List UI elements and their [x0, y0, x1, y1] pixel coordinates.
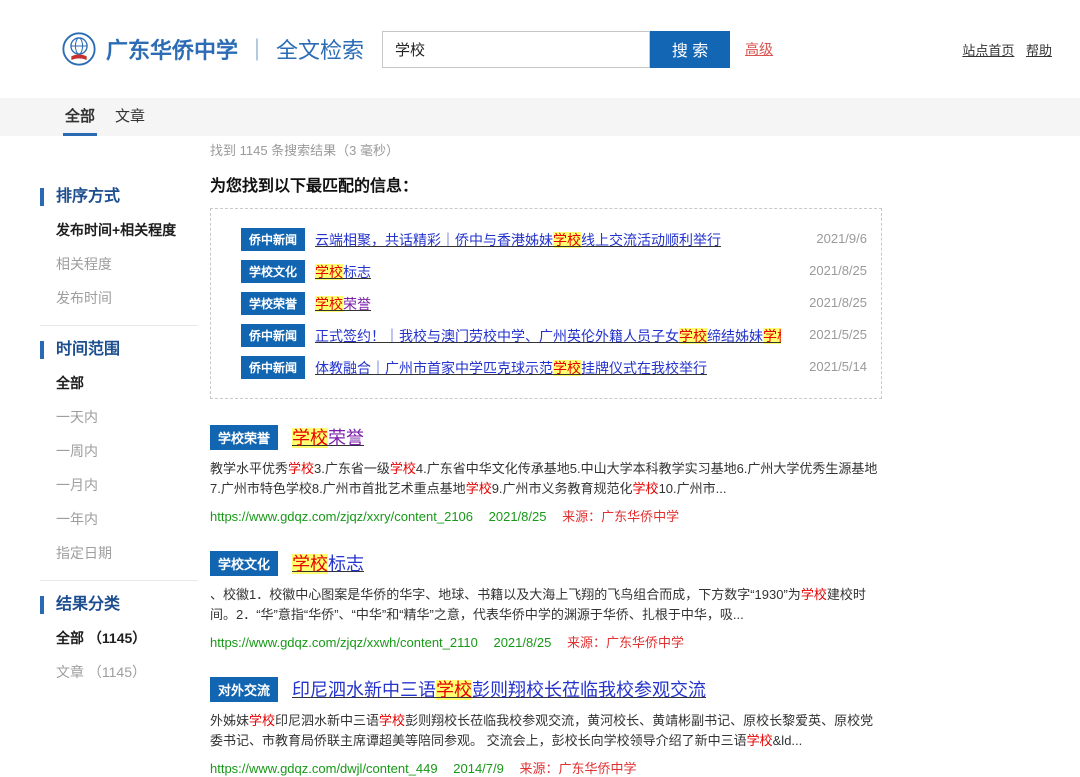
category-badge: 对外交流: [210, 677, 278, 702]
category-badge: 学校荣誉: [241, 292, 305, 315]
result-item: 学校文化 学校标志 、校徽1．校徽中心图案是华侨的华字、地球、书籍以及大海上飞翔…: [210, 550, 882, 651]
best-match-link[interactable]: 云端相聚，共话精彩｜侨中与香港姊妹学校线上交流活动顺利举行: [315, 230, 721, 250]
best-match-row: 侨中新闻 云端相聚，共话精彩｜侨中与香港姊妹学校线上交流活动顺利举行 2021/…: [241, 228, 867, 251]
result-list: 学校荣誉 学校荣誉 教学水平优秀学校3.广东省一级学校4.广东省中华文化传承基地…: [210, 424, 882, 777]
result-type-tab[interactable]: 全部: [63, 105, 97, 136]
sort-option[interactable]: 发布时间+相关程度: [40, 220, 198, 240]
advanced-search-link[interactable]: 高级: [745, 39, 773, 59]
category-section-title: 结果分类: [40, 596, 198, 614]
best-match-date: 2021/5/25: [809, 327, 867, 342]
result-source: 来源：广东华侨中学: [567, 635, 684, 650]
result-source: 来源：广东华侨中学: [519, 761, 636, 776]
best-match-row: 侨中新闻 体教融合｜广州市首家中学匹克球示范学校挂牌仪式在我校举行 2021/5…: [241, 356, 867, 379]
best-match-link[interactable]: 学校标志: [315, 262, 371, 282]
result-head: 对外交流 印尼泗水新中三语学校彭则翔校长莅临我校参观交流: [210, 676, 882, 702]
result-meta: https://www.gdqz.com/zjqz/xxry/content_2…: [210, 506, 882, 525]
time-range-options: 全部 一天内 一周内 一月内 一年内 指定日期: [40, 373, 198, 563]
category-badge: 侨中新闻: [241, 324, 305, 347]
best-match-link[interactable]: 体教融合｜广州市首家中学匹克球示范学校挂牌仪式在我校举行: [315, 358, 707, 378]
result-head: 学校文化 学校标志: [210, 550, 882, 576]
result-snippet: 外姊妹学校印尼泗水新中三语学校彭则翔校长莅临我校参观交流，黄河校长、黄靖彬副书记…: [210, 711, 878, 751]
best-match-date: 2021/8/25: [809, 263, 867, 278]
site-name: 广东华侨中学: [106, 33, 238, 65]
result-meta: https://www.gdqz.com/zjqz/xxwh/content_2…: [210, 632, 882, 651]
category-badge: 学校荣誉: [210, 425, 278, 450]
result-title-link[interactable]: 学校荣誉: [292, 424, 364, 450]
result-date: 2014/7/9: [453, 761, 504, 776]
sidebar-divider: [40, 580, 198, 581]
category-badge: 侨中新闻: [241, 228, 305, 251]
result-count: 找到 1145 条搜索结果（3 毫秒）: [210, 140, 882, 159]
time-range-option[interactable]: 一天内: [40, 407, 198, 427]
result-snippet: 、校徽1．校徽中心图案是华侨的华字、地球、书籍以及大海上飞翔的飞鸟组合而成，下方…: [210, 585, 878, 625]
search-button[interactable]: 搜 索: [650, 31, 730, 68]
sort-section-title: 排序方式: [40, 188, 198, 206]
result-url: https://www.gdqz.com/dwjl/content_449: [210, 761, 438, 776]
filter-sidebar: 排序方式 发布时间+相关程度 相关程度 发布时间 时间范围 全部 一天内 一周内…: [40, 188, 198, 696]
result-snippet: 教学水平优秀学校3.广东省一级学校4.广东省中华文化传承基地5.中山大学本科教学…: [210, 459, 878, 499]
best-match-date: 2021/9/6: [816, 231, 867, 246]
time-range-option[interactable]: 一周内: [40, 441, 198, 461]
result-date: 2021/8/25: [493, 635, 551, 650]
time-range-option[interactable]: 指定日期: [40, 543, 198, 563]
best-match-date: 2021/5/14: [809, 359, 867, 374]
time-range-option[interactable]: 一月内: [40, 475, 198, 495]
result-item: 学校荣誉 学校荣誉 教学水平优秀学校3.广东省一级学校4.广东省中华文化传承基地…: [210, 424, 882, 525]
help-link[interactable]: 帮助: [1026, 43, 1052, 58]
best-match-row: 学校文化 学校标志 2021/8/25: [241, 260, 867, 283]
best-match-date: 2021/8/25: [809, 295, 867, 310]
time-range-section-title: 时间范围: [40, 341, 198, 359]
best-match-box: 侨中新闻 云端相聚，共话精彩｜侨中与香港姊妹学校线上交流活动顺利举行 2021/…: [210, 208, 882, 399]
result-item: 对外交流 印尼泗水新中三语学校彭则翔校长莅临我校参观交流 外姊妹学校印尼泗水新中…: [210, 676, 882, 777]
category-option[interactable]: 文章 （1145）: [40, 662, 198, 682]
results-area: 找到 1145 条搜索结果（3 毫秒） 为您找到以下最匹配的信息： 侨中新闻 云…: [210, 140, 882, 777]
best-match-row: 侨中新闻 正式签约！｜我校与澳门劳校中学、广州英伦外籍人员子女学校缔结姊妹学校 …: [241, 324, 867, 347]
time-range-option[interactable]: 一年内: [40, 509, 198, 529]
sort-option[interactable]: 相关程度: [40, 254, 198, 274]
school-logo-icon: [62, 32, 96, 66]
tab-bar: 全部 文章: [0, 98, 1080, 136]
category-badge: 侨中新闻: [241, 356, 305, 379]
result-head: 学校荣誉 学校荣誉: [210, 424, 882, 450]
sidebar-divider: [40, 325, 198, 326]
result-url: https://www.gdqz.com/zjqz/xxry/content_2…: [210, 509, 473, 524]
result-title-link[interactable]: 印尼泗水新中三语学校彭则翔校长莅临我校参观交流: [292, 676, 706, 702]
search-area: 搜 索 高级: [382, 31, 773, 68]
result-source: 来源：广东华侨中学: [562, 509, 679, 524]
site-title: 广东华侨中学 ｜ 全文检索: [106, 33, 364, 65]
top-links: 站点首页 帮助: [954, 40, 1052, 59]
result-title-link[interactable]: 学校标志: [292, 550, 364, 576]
sort-option[interactable]: 发布时间: [40, 288, 198, 308]
best-match-link[interactable]: 正式签约！｜我校与澳门劳校中学、广州英伦外籍人员子女学校缔结姊妹学校: [315, 326, 781, 346]
search-input[interactable]: [382, 31, 650, 68]
sort-options: 发布时间+相关程度 相关程度 发布时间: [40, 220, 198, 308]
header: 广东华侨中学 ｜ 全文检索 搜 索 高级 站点首页 帮助: [0, 0, 1080, 98]
title-divider: ｜: [246, 33, 268, 65]
result-url: https://www.gdqz.com/zjqz/xxwh/content_2…: [210, 635, 478, 650]
site-home-link[interactable]: 站点首页: [962, 43, 1014, 58]
best-match-heading: 为您找到以下最匹配的信息：: [210, 172, 882, 196]
time-range-option[interactable]: 全部: [40, 373, 198, 393]
best-match-link[interactable]: 学校荣誉: [315, 294, 371, 314]
site-subtitle: 全文检索: [276, 33, 364, 65]
category-badge: 学校文化: [210, 551, 278, 576]
category-badge: 学校文化: [241, 260, 305, 283]
result-meta: https://www.gdqz.com/dwjl/content_449 20…: [210, 758, 882, 777]
result-date: 2021/8/25: [489, 509, 547, 524]
category-option[interactable]: 全部 （1145）: [40, 628, 198, 648]
best-match-row: 学校荣誉 学校荣誉 2021/8/25: [241, 292, 867, 315]
category-options: 全部 （1145） 文章 （1145）: [40, 628, 198, 682]
result-type-tab[interactable]: 文章: [113, 105, 147, 136]
